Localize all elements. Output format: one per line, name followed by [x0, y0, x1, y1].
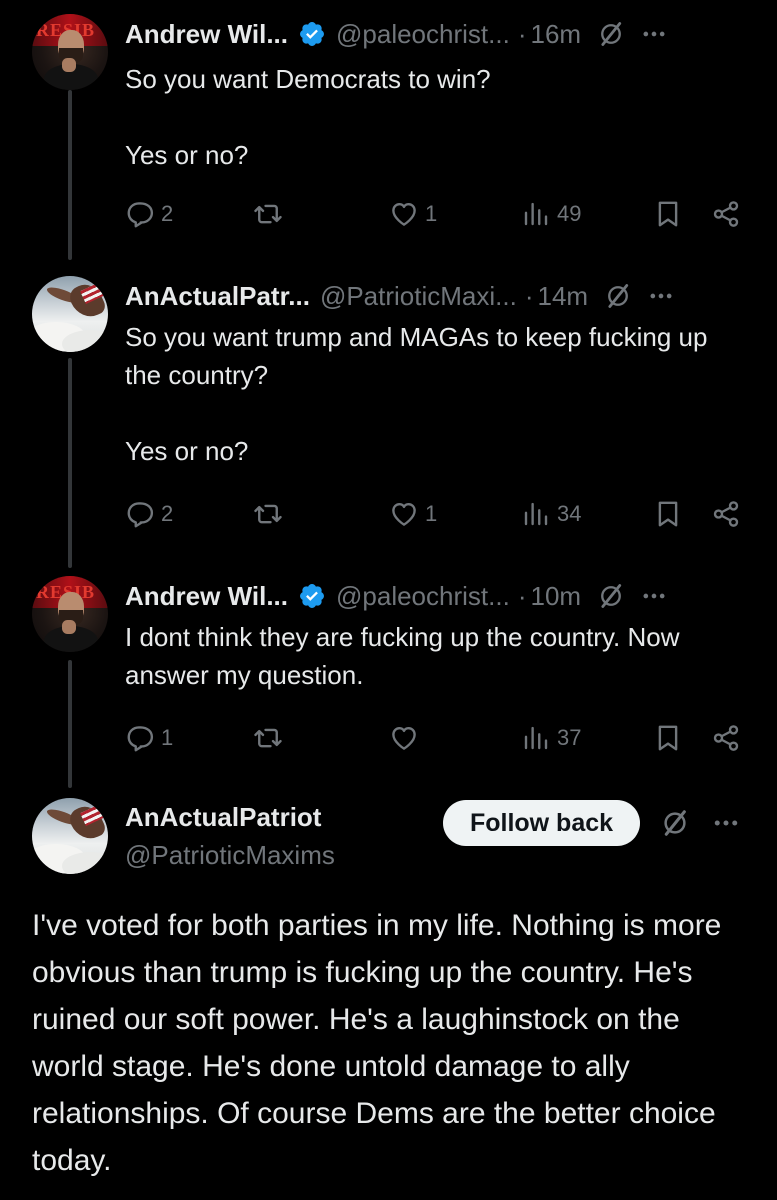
- avatar[interactable]: RESIB: [32, 14, 108, 90]
- like-button[interactable]: 1: [389, 194, 437, 234]
- action-bar: 1 37: [125, 718, 745, 758]
- views-button[interactable]: 49: [521, 194, 581, 234]
- action-bar: 2 1 34: [125, 494, 745, 534]
- retweet-icon: [253, 723, 283, 753]
- separator-dot: ·: [524, 280, 534, 311]
- like-count: 1: [425, 501, 438, 526]
- reply-button[interactable]: 2: [125, 194, 173, 234]
- follow-back-button[interactable]: Follow back: [443, 800, 640, 846]
- tweet-text: So you want Democrats to win? Yes or no?: [125, 64, 491, 170]
- views-icon: [521, 199, 551, 229]
- like-count: 1: [425, 201, 438, 226]
- more-icon[interactable]: [646, 282, 676, 310]
- like-icon: [389, 499, 419, 529]
- reply-icon: [125, 199, 155, 229]
- like-button[interactable]: 1: [389, 494, 437, 534]
- reply-tweet[interactable]: RESIB Andrew Wil... @paleochrist... · 10…: [0, 562, 777, 792]
- action-bar: 2 1 49: [125, 194, 745, 234]
- retweet-icon: [253, 499, 283, 529]
- grok-icon[interactable]: [597, 582, 625, 610]
- verified-badge-icon[interactable]: [298, 582, 326, 610]
- more-icon[interactable]: [639, 20, 669, 48]
- views-count: 34: [557, 501, 582, 526]
- more-icon[interactable]: [710, 808, 742, 838]
- handle[interactable]: @PatrioticMaxims: [125, 840, 335, 871]
- retweet-icon: [253, 199, 283, 229]
- retweet-button[interactable]: [253, 194, 283, 234]
- views-button[interactable]: 37: [521, 718, 581, 758]
- share-button[interactable]: [711, 494, 741, 534]
- bookmark-icon: [653, 499, 683, 529]
- bookmark-icon: [653, 199, 683, 229]
- avatar[interactable]: [32, 798, 108, 874]
- tweet-text: I've voted for both parties in my life. …: [32, 909, 722, 1177]
- views-count: 37: [557, 725, 582, 750]
- reply-count: 1: [161, 725, 174, 750]
- reply-tweet[interactable]: RESIB Andrew Wil... @paleochrist... · 16…: [0, 0, 777, 260]
- grok-icon[interactable]: [604, 282, 632, 310]
- separator-dot: ·: [517, 580, 527, 611]
- verified-badge-icon[interactable]: [298, 20, 326, 48]
- like-icon: [389, 723, 419, 753]
- like-button[interactable]: [389, 718, 419, 758]
- timestamp[interactable]: 14m: [538, 281, 589, 312]
- share-icon: [711, 723, 741, 753]
- avatar[interactable]: [32, 276, 108, 352]
- tweet-text: So you want trump and MAGAs to keep fuck…: [125, 322, 708, 466]
- timestamp[interactable]: 16m: [530, 19, 581, 50]
- views-button[interactable]: 34: [521, 494, 581, 534]
- reply-icon: [125, 723, 155, 753]
- share-button[interactable]: [711, 718, 741, 758]
- bookmark-button[interactable]: [653, 494, 683, 534]
- views-icon: [521, 723, 551, 753]
- reply-count: 2: [161, 501, 174, 526]
- like-icon: [389, 199, 419, 229]
- bookmark-button[interactable]: [653, 718, 683, 758]
- share-icon: [711, 199, 741, 229]
- avatar[interactable]: RESIB: [32, 576, 108, 652]
- main-tweet: AnActualPatriot @PatrioticMaxims Follow …: [0, 792, 777, 1200]
- share-button[interactable]: [711, 194, 741, 234]
- handle[interactable]: @PatrioticMaxi...: [320, 281, 517, 312]
- handle[interactable]: @paleochrist...: [336, 581, 510, 612]
- reply-icon: [125, 499, 155, 529]
- display-name[interactable]: Andrew Wil...: [125, 19, 288, 50]
- retweet-button[interactable]: [253, 718, 283, 758]
- timestamp[interactable]: 10m: [530, 581, 581, 612]
- views-count: 49: [557, 201, 582, 226]
- handle[interactable]: @paleochrist...: [336, 19, 510, 50]
- display-name[interactable]: Andrew Wil...: [125, 581, 288, 612]
- display-name[interactable]: AnActualPatr...: [125, 281, 310, 312]
- display-name[interactable]: AnActualPatriot: [125, 802, 321, 833]
- views-icon: [521, 499, 551, 529]
- grok-icon[interactable]: [660, 808, 690, 838]
- bookmark-button[interactable]: [653, 194, 683, 234]
- reply-tweet[interactable]: AnActualPatr... @PatrioticMaxi... · 14m …: [0, 262, 777, 562]
- tweet-text: I dont think they are fucking up the cou…: [125, 622, 687, 690]
- grok-icon[interactable]: [597, 20, 625, 48]
- separator-dot: ·: [517, 18, 527, 49]
- retweet-button[interactable]: [253, 494, 283, 534]
- reply-count: 2: [161, 201, 174, 226]
- reply-button[interactable]: 2: [125, 494, 173, 534]
- more-icon[interactable]: [639, 582, 669, 610]
- reply-button[interactable]: 1: [125, 718, 173, 758]
- bookmark-icon: [653, 723, 683, 753]
- share-icon: [711, 499, 741, 529]
